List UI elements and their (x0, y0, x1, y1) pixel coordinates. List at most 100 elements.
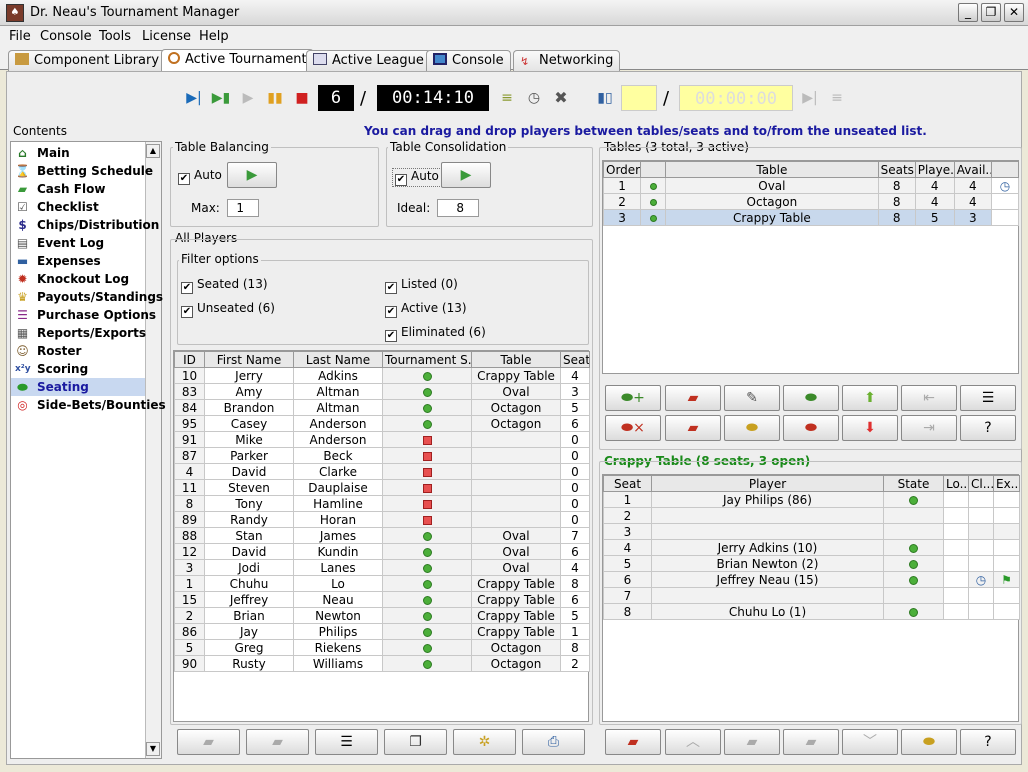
sidebar-item-event-log[interactable]: ▤ Event Log (11, 234, 145, 252)
print-button[interactable]: ⎙ (522, 729, 585, 755)
max-spinner[interactable]: 1 (227, 199, 259, 217)
remove-player-button[interactable]: ▰ (177, 729, 240, 755)
table-row[interactable]: 2 (603, 507, 1020, 524)
close-button[interactable]: ✕ (1004, 3, 1024, 22)
tab-active-league[interactable]: Active League (306, 50, 431, 71)
unseat-player-button[interactable]: ▰ (246, 729, 309, 755)
col-timer[interactable] (990, 161, 1020, 178)
col-status-dot[interactable] (640, 161, 667, 178)
balancing-auto-checkbox[interactable]: ✔ Auto (178, 168, 222, 185)
table-row[interactable]: 2 Brian Newton Crappy Table 5 (174, 607, 590, 624)
table-row[interactable]: 87 Parker Beck 0 (174, 447, 590, 464)
table-row[interactable]: 8 Tony Hamline 0 (174, 495, 590, 512)
tab-active-tournament[interactable]: Active Tournament (161, 49, 314, 71)
seat-players-button[interactable]: ⬬ (724, 415, 780, 441)
col-lock[interactable]: Lo... (943, 475, 969, 492)
table-row[interactable]: 10 Jerry Adkins Crappy Table 4 (174, 367, 590, 384)
sidebar-item-expenses[interactable]: ▬ Expenses (11, 252, 145, 270)
sidebar-item-knockout-log[interactable]: ✹ Knockout Log (11, 270, 145, 288)
table-row[interactable]: 5 Brian Newton (2) (603, 555, 1020, 572)
table-row[interactable]: 8 Chuhu Lo (1) (603, 603, 1020, 620)
sidebar-item-betting-schedule[interactable]: ⌛ Betting Schedule (11, 162, 153, 180)
tab-networking[interactable]: ↯ Networking (513, 50, 621, 71)
table-row[interactable]: 1 Oval 8 4 4 ◷ (602, 177, 1020, 194)
col-order[interactable]: Order (602, 161, 642, 178)
col-extra[interactable]: Ex... (993, 475, 1020, 492)
table-row[interactable]: 88 Stan James Oval 7 (174, 527, 590, 544)
filter-active[interactable]: ✔ Active (13) (385, 301, 467, 318)
maximize-button[interactable]: ❐ (981, 3, 1001, 22)
sidebar-item-scoring[interactable]: x²y Scoring (11, 360, 145, 378)
col-table[interactable]: Table (471, 351, 561, 368)
table-row[interactable]: 15 Jeffrey Neau Crappy Table 6 (174, 591, 590, 608)
list-view-button[interactable]: ☰ (315, 729, 378, 755)
list-button[interactable]: ≡ (826, 87, 848, 109)
filter-unseated[interactable]: ✔ Unseated (6) (181, 301, 275, 318)
filter-listed[interactable]: ✔ Listed (0) (385, 277, 458, 294)
sidebar-item-cash-flow[interactable]: ▰ Cash Flow (11, 180, 145, 198)
sidebar-scrollbar[interactable] (145, 142, 161, 758)
help-seating-button[interactable]: ? (960, 729, 1016, 755)
col-seats[interactable]: Seats (877, 161, 916, 178)
remove-table-button[interactable]: ⬬× (605, 415, 661, 441)
menu-tools[interactable]: Tools (99, 29, 131, 44)
table-row[interactable]: 91 Mike Anderson 0 (174, 431, 590, 448)
col-id[interactable]: ID (174, 351, 205, 368)
menu-help[interactable]: Help (199, 29, 229, 44)
table-row[interactable]: 3 Crappy Table 8 5 3 (602, 209, 1020, 226)
menu-license[interactable]: License (142, 29, 191, 44)
table-row[interactable]: 1 Chuhu Lo Crappy Table 8 (174, 575, 590, 592)
balance-now-button[interactable]: ▶ (227, 162, 277, 188)
move-down-button[interactable]: ⬇ (842, 415, 898, 441)
move-up-button[interactable]: ⬆ (842, 385, 898, 411)
col-player[interactable]: Player (651, 475, 884, 492)
table-row[interactable]: 83 Amy Altman Oval 3 (174, 383, 590, 400)
settings-button[interactable]: ✲ (453, 729, 516, 755)
fill-seats-button[interactable]: ⬬ (901, 729, 957, 755)
tab-component-library[interactable]: Component Library (8, 50, 167, 71)
table-row[interactable]: 84 Brandon Altman Octagon 5 (174, 399, 590, 416)
ideal-spinner[interactable]: 8 (437, 199, 479, 217)
list-tables-button[interactable]: ☰ (960, 385, 1016, 411)
export-right-button[interactable]: ⇥ (901, 415, 957, 441)
sidebar-item-roster[interactable]: ☺ Roster (11, 342, 145, 360)
table-row[interactable]: 4 Jerry Adkins (10) (603, 539, 1020, 556)
table-row[interactable]: 3 (603, 523, 1020, 540)
table-row[interactable]: 12 David Kundin Oval 6 (174, 543, 590, 560)
menu-console[interactable]: Console (40, 29, 92, 44)
seat-clear-button[interactable]: ▰ (783, 729, 839, 755)
add-table-button[interactable]: ⬬+ (605, 385, 661, 411)
scroll-up-icon[interactable]: ▲ (146, 144, 160, 158)
table-row[interactable]: 11 Steven Dauplaise 0 (174, 479, 590, 496)
filter-eliminated[interactable]: ✔ Eliminated (6) (385, 325, 486, 342)
tab-console[interactable]: Console (426, 50, 511, 71)
remove-all-button[interactable]: ⬬ (783, 415, 839, 441)
start-all-button[interactable]: ▶| (183, 87, 205, 109)
table-row[interactable]: 4 David Clarke 0 (174, 463, 590, 480)
consolidation-auto-checkbox[interactable]: ✔ Auto (392, 168, 442, 187)
seat-up-button[interactable]: ︿ (665, 729, 721, 755)
stop-button[interactable]: ■ (291, 87, 313, 109)
minimize-button[interactable]: _ (958, 3, 978, 22)
play-button[interactable]: ▶ (237, 87, 259, 109)
sidebar-item-checklist[interactable]: ☑ Checklist (11, 198, 145, 216)
table-row[interactable]: 5 Greg Riekens Octagon 8 (174, 639, 590, 656)
balance-table-button[interactable]: ⬬ (783, 385, 839, 411)
next-level-button[interactable]: ▶| (799, 87, 821, 109)
levels-icon[interactable]: ≡ (496, 87, 518, 109)
clear-table-button[interactable]: ▰ (665, 415, 721, 441)
sidebar-item-payouts[interactable]: ♛ Payouts/Standings (11, 288, 163, 306)
col-state[interactable]: State (883, 475, 944, 492)
sidebar-item-chips[interactable]: $ Chips/Distribution (11, 216, 159, 234)
sidebar-item-seating[interactable]: ⬬ Seating (11, 378, 145, 396)
col-seat-no[interactable]: Seat (603, 475, 652, 492)
table-row[interactable]: 2 Octagon 8 4 4 (602, 193, 1020, 210)
table-row[interactable]: 89 Randy Horan 0 (174, 511, 590, 528)
table-row[interactable]: 90 Rusty Williams Octagon 2 (174, 655, 590, 672)
col-clock[interactable]: Cl... (968, 475, 994, 492)
seat-down-button[interactable]: ﹀ (842, 729, 898, 755)
help-tables-button[interactable]: ? (960, 415, 1016, 441)
break-table-button[interactable]: ▰ (665, 385, 721, 411)
sidebar-item-reports[interactable]: ▦ Reports/Exports (11, 324, 146, 342)
step-forward-button[interactable]: ▶▮ (210, 87, 232, 109)
